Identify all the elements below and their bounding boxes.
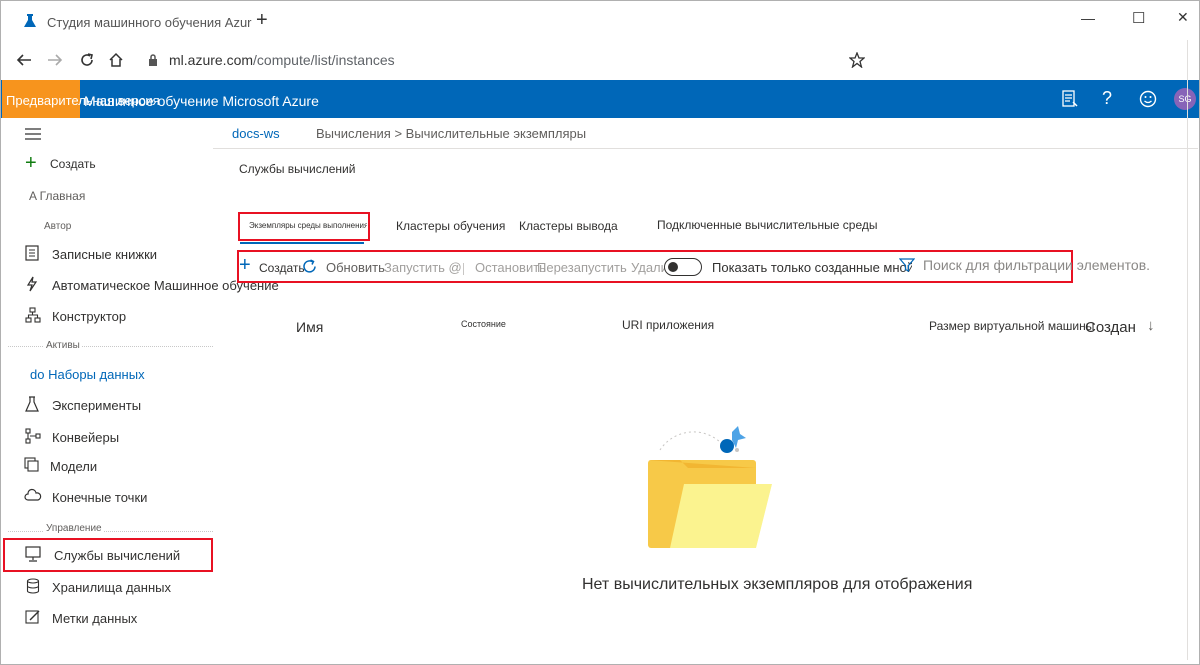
show-mine-label: Показать только созданные мной <box>712 260 912 275</box>
empty-folder-illustration <box>648 426 772 548</box>
scrollbar-track[interactable] <box>1187 40 1188 660</box>
refresh-button[interactable]: Обновить <box>326 260 385 275</box>
endpoints-cloud-icon <box>24 488 42 501</box>
close-window-icon[interactable]: ✕ <box>1177 9 1189 26</box>
sidebar-item-data-labeling[interactable]: Метки данных <box>52 611 137 626</box>
notebook-icon <box>25 245 39 261</box>
sidebar-item-notebooks[interactable]: Записные книжки <box>52 247 157 262</box>
back-arrow-icon[interactable] <box>16 53 32 67</box>
url-text[interactable]: ml.azure.com/compute/list/instances <box>169 52 395 68</box>
sidebar-create[interactable]: Создать <box>50 157 96 171</box>
header-divider <box>213 148 1198 149</box>
refresh-icon[interactable] <box>301 258 318 275</box>
designer-icon <box>25 307 41 323</box>
page-title: Службы вычислений <box>239 162 356 176</box>
compute-monitor-icon <box>25 546 41 562</box>
reload-icon[interactable] <box>79 52 95 68</box>
active-tab-underline <box>240 242 364 244</box>
new-tab-icon[interactable]: + <box>256 9 268 32</box>
show-mine-toggle[interactable] <box>664 258 702 276</box>
tab-compute-instances[interactable]: Экземпляры среды выполнения приложений <box>249 221 367 230</box>
sort-arrow-icon[interactable]: ↓ <box>1147 317 1155 334</box>
breadcrumb-workspace[interactable]: docs-ws <box>232 126 280 141</box>
browser-address-bar: ml.azure.com/compute/list/instances <box>1 40 1199 80</box>
sidebar-item-datasets[interactable]: do Наборы данных <box>30 367 145 382</box>
sidebar-item-experiments[interactable]: Эксперименты <box>52 398 141 413</box>
breadcrumb: Вычисления > Вычислительные экземпляры <box>316 126 587 141</box>
home-icon[interactable] <box>108 52 124 68</box>
sidebar-item-designer[interactable]: Конструктор <box>52 309 126 324</box>
tab-attached-compute[interactable]: Подключенные вычислительные среды <box>657 218 878 232</box>
product-title[interactable]: Машинное обучение Microsoft Azure <box>84 93 319 109</box>
url-path: /compute/list/instances <box>253 52 395 68</box>
create-plus-icon[interactable]: + <box>239 254 251 276</box>
create-plus-icon[interactable]: + <box>25 153 37 173</box>
minimize-icon[interactable]: — <box>1081 10 1095 26</box>
column-vm-size[interactable]: Размер виртуальной машины <box>929 319 1094 333</box>
url-host: ml.azure.com <box>169 52 254 68</box>
tab-inference-clusters[interactable]: Кластеры вывода <box>519 219 618 233</box>
column-name[interactable]: Имя <box>296 319 323 335</box>
data-labeling-icon <box>25 610 40 624</box>
section-manage: Управление <box>44 523 104 534</box>
restart-button[interactable]: Перезапустить <box>537 260 627 275</box>
sidebar-home[interactable]: A Главная <box>29 189 85 203</box>
datastore-cylinder-icon <box>26 578 40 594</box>
browser-tab-bar: Студия машинного обучения Azure (I + — ☐… <box>1 1 1199 39</box>
models-icon <box>24 457 39 472</box>
browser-tab-title[interactable]: Студия машинного обучения Azure (I <box>47 15 252 30</box>
sidebar-item-models[interactable]: Модели <box>50 459 97 474</box>
lock-icon <box>149 54 157 66</box>
sidebar-item-pipelines[interactable]: Конвейеры <box>52 430 119 445</box>
maximize-icon[interactable]: ☐ <box>1132 9 1145 27</box>
section-author: Автор <box>44 221 72 232</box>
automl-lightning-icon <box>26 276 38 292</box>
divider <box>8 531 213 533</box>
sidebar-item-compute[interactable]: Службы вычислений <box>54 548 180 563</box>
pipeline-icon <box>25 428 41 444</box>
toolbar-separator <box>463 263 464 275</box>
azure-ml-flask-icon <box>24 14 36 27</box>
stop-button[interactable]: Остановить <box>475 260 546 275</box>
empty-state-message: Нет вычислительных экземпляров для отобр… <box>582 576 973 593</box>
smiley-feedback-icon[interactable] <box>1139 90 1157 108</box>
sidebar-item-endpoints[interactable]: Конечные точки <box>52 490 147 505</box>
sidebar-item-datastores[interactable]: Хранилища данных <box>52 580 171 595</box>
help-icon[interactable]: ? <box>1102 88 1112 109</box>
bookmark-star-icon[interactable] <box>849 52 865 68</box>
start-button[interactable]: Запустить @ <box>384 260 462 275</box>
feedback-list-icon[interactable] <box>1062 90 1078 108</box>
tab-training-clusters[interactable]: Кластеры обучения <box>396 219 505 233</box>
filter-funnel-icon <box>899 258 915 272</box>
toggle-knob <box>668 262 678 272</box>
column-app-uri[interactable]: URI приложения <box>622 318 714 332</box>
avatar[interactable]: SG <box>1174 88 1196 110</box>
column-state[interactable]: Состояние <box>461 319 506 329</box>
column-created[interactable]: Создан <box>1085 319 1136 336</box>
forward-arrow-icon[interactable] <box>47 53 63 67</box>
section-assets: Активы <box>44 340 82 351</box>
hamburger-menu-icon[interactable] <box>25 128 41 140</box>
experiment-flask-icon <box>25 396 39 412</box>
divider <box>8 346 213 348</box>
search-input[interactable]: Поиск для фильтрации элементов. <box>923 257 1163 273</box>
create-button[interactable]: Создать <box>259 261 305 275</box>
